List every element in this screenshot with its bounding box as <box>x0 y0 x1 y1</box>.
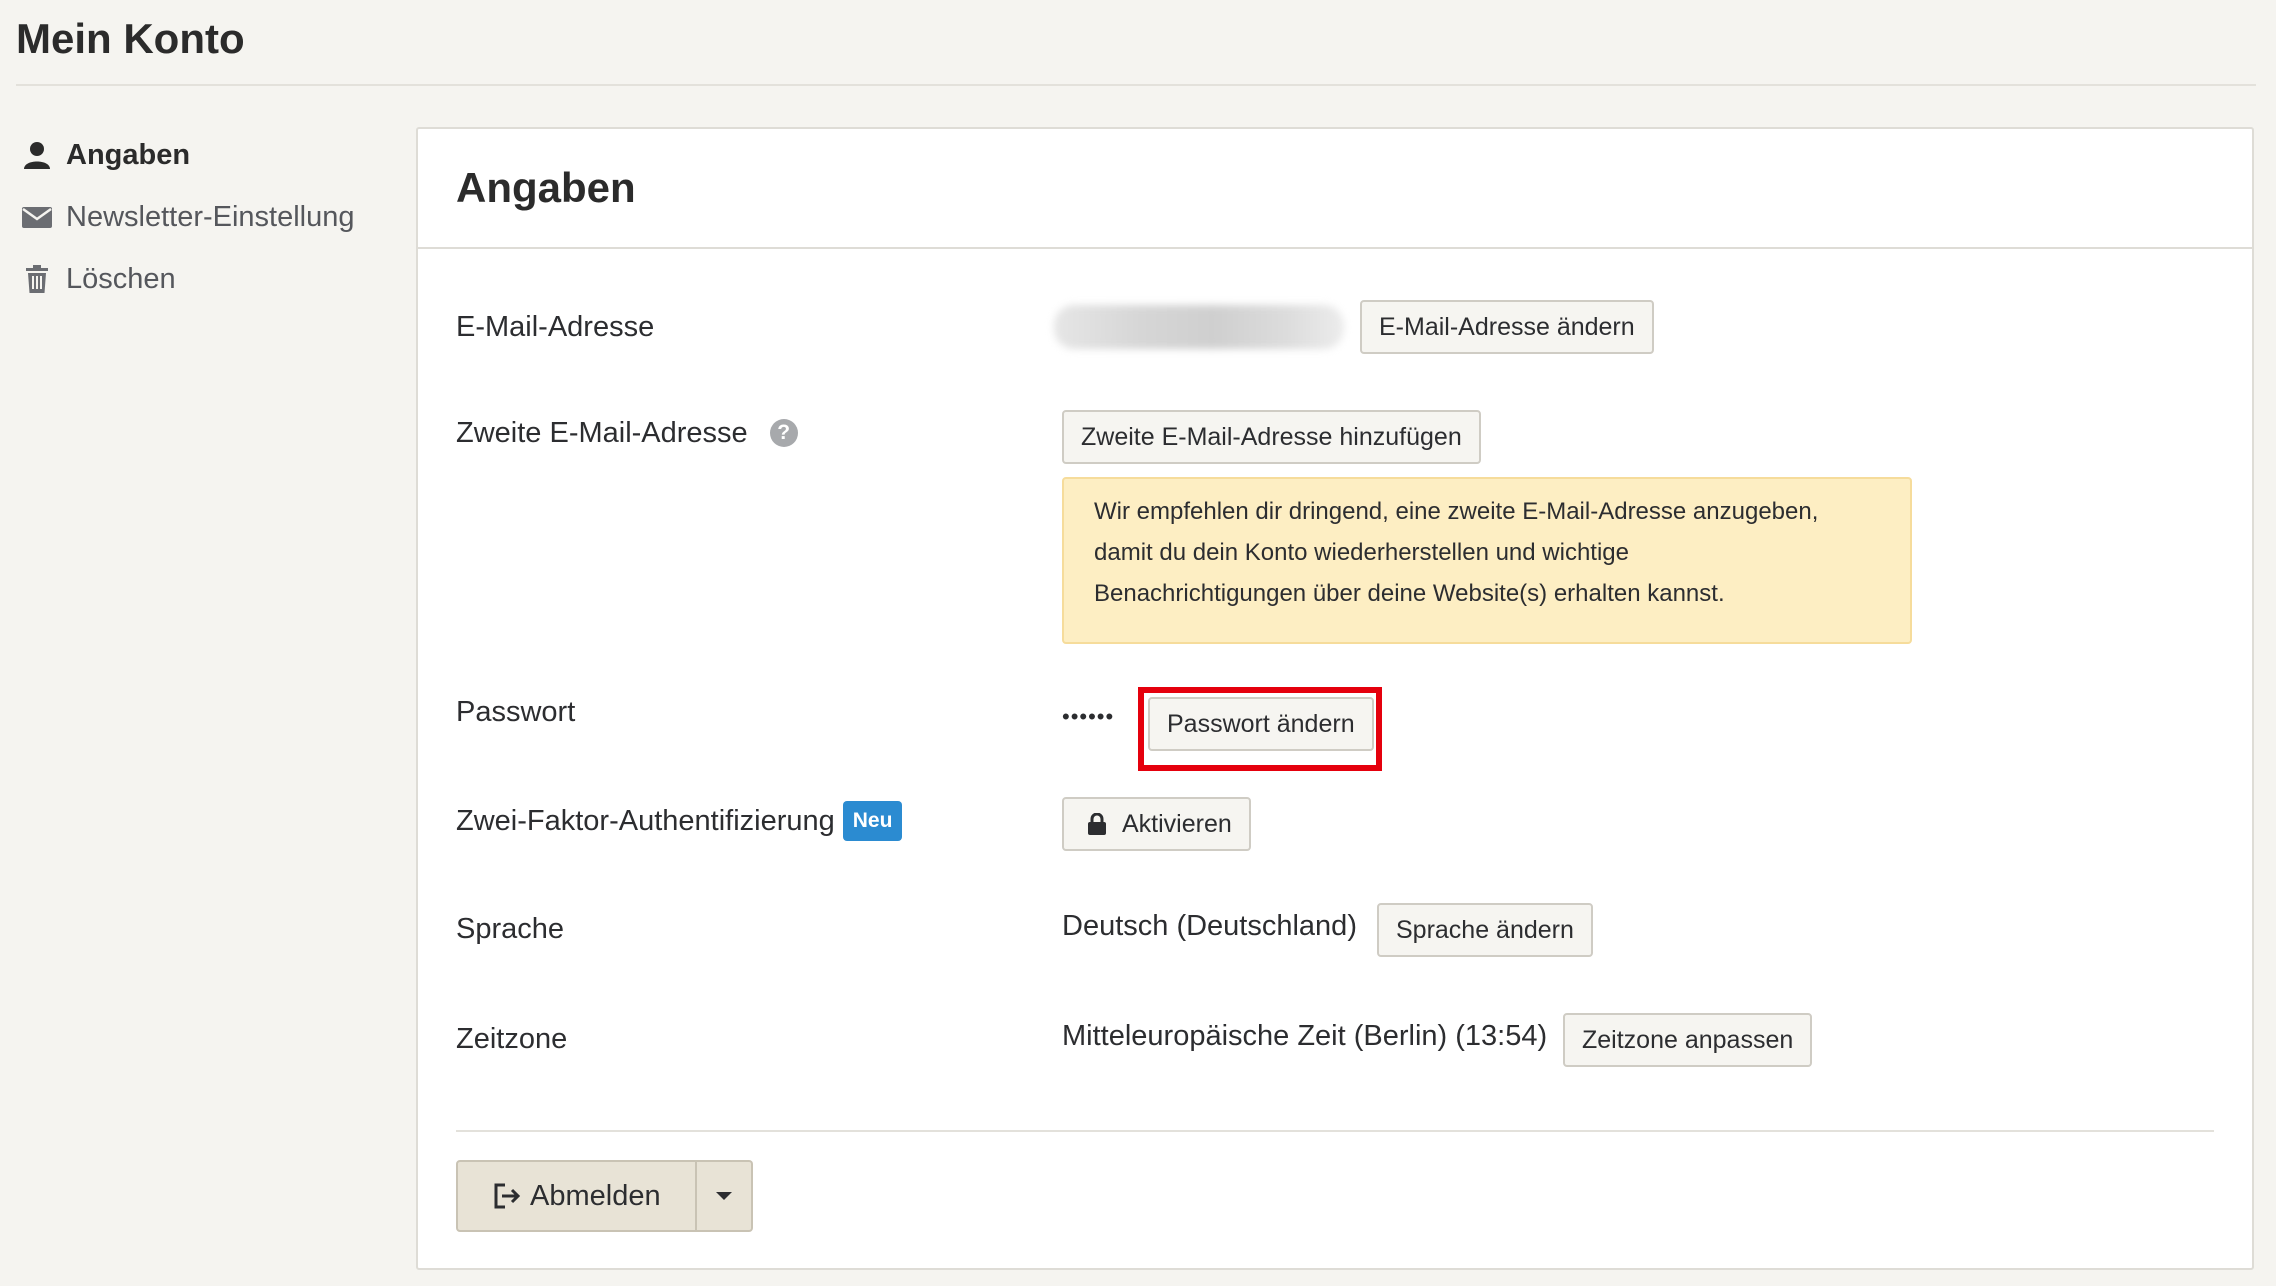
change-email-button[interactable]: E-Mail-Adresse ändern <box>1360 300 1654 354</box>
sign-out-icon <box>492 1182 522 1210</box>
card-title: Angaben <box>456 164 636 211</box>
user-icon <box>20 138 54 172</box>
change-password-button[interactable]: Passwort ändern <box>1148 697 1374 751</box>
page-title: Mein Konto <box>16 15 245 62</box>
lock-icon <box>1088 813 1106 835</box>
activate-two-factor-button[interactable]: Aktivieren <box>1062 797 1251 851</box>
question-icon[interactable]: ? <box>769 419 798 447</box>
two-factor-label-text: Zwei-Faktor-Authentifizierung <box>456 804 835 837</box>
sidebar-item-loeschen[interactable]: Löschen <box>20 248 400 310</box>
two-factor-label: Zwei-Faktor-Authentifizierung Neu <box>456 799 903 843</box>
trash-icon <box>20 262 54 296</box>
sidebar-item-label: Newsletter-Einstellung <box>66 200 355 233</box>
email-label: E-Mail-Adresse <box>456 310 655 343</box>
alert-line: Wir empfehlen dir dringend, eine zweite … <box>1094 498 1819 525</box>
language-value: Deutsch (Deutschland) <box>1062 910 1357 942</box>
caret-down-icon <box>715 1192 732 1200</box>
password-masked-value: •••••• <box>1062 704 1115 729</box>
alert-line: damit du dein Konto wiederherstellen und… <box>1094 539 1629 566</box>
sidebar-item-label: Angaben <box>66 138 191 171</box>
envelope-icon <box>20 200 54 234</box>
logout-label: Abmelden <box>530 1179 661 1212</box>
logout-button[interactable]: Abmelden <box>456 1160 697 1232</box>
sidebar-item-label: Löschen <box>66 262 176 295</box>
logout-button-group: Abmelden <box>456 1160 753 1232</box>
footer-divider <box>456 1130 2214 1132</box>
second-email-label-text: Zweite E-Mail-Adresse <box>456 416 748 449</box>
add-second-email-button[interactable]: Zweite E-Mail-Adresse hinzufügen <box>1062 410 1481 464</box>
change-language-button[interactable]: Sprache ändern <box>1377 903 1593 957</box>
second-email-alert: Wir empfehlen dir dringend, eine zweite … <box>1062 477 1912 644</box>
password-label: Passwort <box>456 695 576 728</box>
sidebar-item-newsletter[interactable]: Newsletter-Einstellung <box>20 186 400 248</box>
language-label: Sprache <box>456 912 565 945</box>
new-badge: Neu <box>842 801 903 841</box>
second-email-label: Zweite E-Mail-Adresse ? <box>456 411 798 455</box>
timezone-label: Zeitzone <box>456 1022 568 1055</box>
email-value-blurred <box>1054 305 1344 349</box>
header-divider <box>16 84 2256 86</box>
logout-dropdown-toggle[interactable] <box>696 1160 753 1232</box>
adjust-timezone-button[interactable]: Zeitzone anpassen <box>1563 1013 1813 1067</box>
activate-label: Aktivieren <box>1122 809 1232 838</box>
sidebar: Angaben Newsletter-Einstellung Löschen <box>20 124 400 310</box>
sidebar-item-angaben[interactable]: Angaben <box>20 124 400 186</box>
account-details-card: Angaben E-Mail-Adresse E-Mail-Adresse än… <box>416 127 2254 1270</box>
card-header: Angaben <box>418 129 2252 249</box>
timezone-value: Mitteleuropäische Zeit (Berlin) (13:54) <box>1062 1020 1548 1052</box>
alert-line: Benachrichtigungen über deine Website(s)… <box>1094 580 1725 607</box>
